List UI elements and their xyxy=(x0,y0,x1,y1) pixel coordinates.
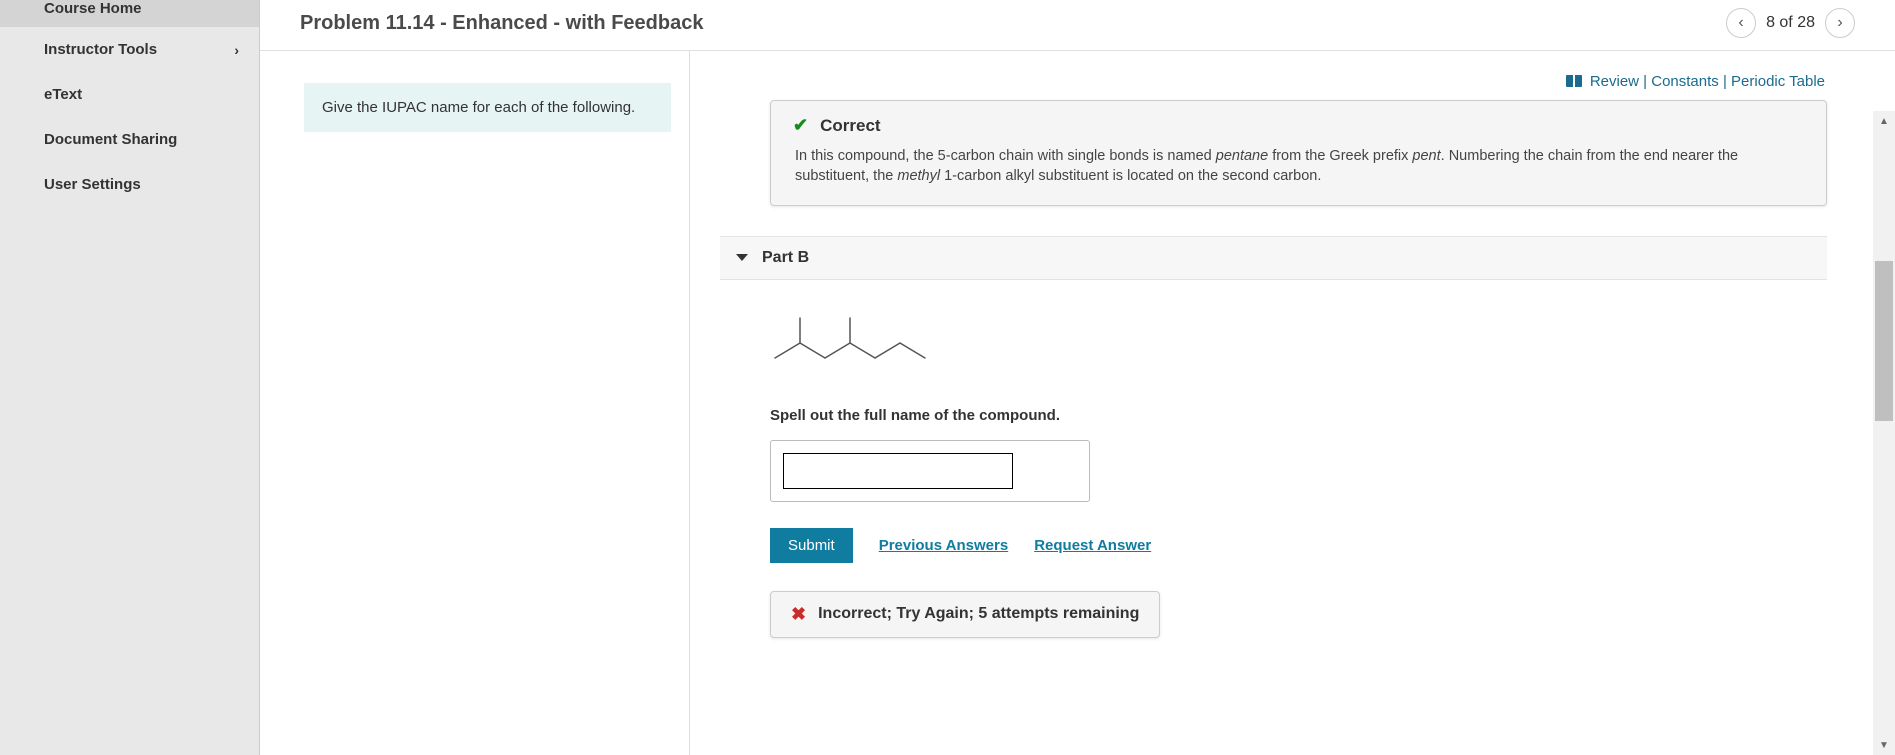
sidebar-label: Course Home xyxy=(44,0,142,17)
sidebar-item-etext[interactable]: eText xyxy=(0,72,259,117)
feedback-header: ✔ Correct xyxy=(793,115,1804,136)
feedback-body: In this compound, the 5-carbon chain wit… xyxy=(793,146,1804,187)
chevron-right-icon: › xyxy=(234,42,239,58)
problem-title: Problem 11.14 - Enhanced - with Feedback xyxy=(300,12,703,35)
previous-answers-link[interactable]: Previous Answers xyxy=(879,537,1009,554)
answer-frame xyxy=(770,440,1090,502)
scroll-down-icon[interactable]: ▼ xyxy=(1873,735,1895,755)
x-icon: ✖ xyxy=(791,604,806,625)
sidebar-item-instructor-tools[interactable]: Instructor Tools › xyxy=(0,27,259,72)
scroll-up-icon[interactable]: ▲ xyxy=(1873,111,1895,131)
part-prompt: Spell out the full name of the compound. xyxy=(770,407,1827,424)
fb-em: pentane xyxy=(1216,148,1268,164)
part-b-header[interactable]: Part B xyxy=(720,236,1827,280)
scroll-track[interactable] xyxy=(1873,131,1895,735)
review-link[interactable]: Review xyxy=(1590,73,1639,90)
sidebar-item-document-sharing[interactable]: Document Sharing xyxy=(0,117,259,162)
sidebar-label: Document Sharing xyxy=(44,131,177,148)
collapse-icon xyxy=(736,254,748,261)
sidebar: Course Home Instructor Tools › eText Doc… xyxy=(0,0,260,755)
sidebar-item-course-home[interactable]: Course Home xyxy=(0,0,259,27)
sidebar-item-user-settings[interactable]: User Settings xyxy=(0,162,259,207)
periodic-table-link[interactable]: Periodic Table xyxy=(1731,73,1825,90)
request-answer-link[interactable]: Request Answer xyxy=(1034,537,1151,554)
fb-em: pent xyxy=(1412,148,1440,164)
sidebar-label: eText xyxy=(44,86,82,103)
constants-link[interactable]: Constants xyxy=(1651,73,1719,90)
fb-text: 1-carbon alkyl substituent is located on… xyxy=(940,168,1321,184)
content-row: Give the IUPAC name for each of the foll… xyxy=(260,51,1895,755)
left-column: Give the IUPAC name for each of the foll… xyxy=(260,51,690,755)
part-b-body: Spell out the full name of the compound.… xyxy=(720,280,1855,656)
fb-text: from the Greek prefix xyxy=(1268,148,1412,164)
molecule-structure xyxy=(770,308,1827,381)
fb-em: methyl xyxy=(897,168,940,184)
resource-links: Review | Constants | Periodic Table xyxy=(720,51,1855,100)
separator: | xyxy=(1723,73,1731,90)
prev-problem-button[interactable]: ‹ xyxy=(1726,8,1756,38)
scrollbar[interactable]: ▲ ▼ xyxy=(1873,111,1895,755)
sidebar-label: User Settings xyxy=(44,176,141,193)
next-problem-button[interactable]: › xyxy=(1825,8,1855,38)
topbar: Problem 11.14 - Enhanced - with Feedback… xyxy=(260,0,1895,51)
problem-nav: ‹ 8 of 28 › xyxy=(1726,8,1855,38)
problem-count: 8 of 28 xyxy=(1766,14,1815,32)
right-column: Review | Constants | Periodic Table ✔ Co… xyxy=(690,51,1895,755)
check-icon: ✔ xyxy=(793,115,808,136)
instruction-box: Give the IUPAC name for each of the foll… xyxy=(304,83,671,132)
attempt-status-box: ✖ Incorrect; Try Again; 5 attempts remai… xyxy=(770,591,1160,638)
part-title: Part B xyxy=(762,249,809,267)
feedback-status: Correct xyxy=(820,116,880,136)
answer-input[interactable] xyxy=(783,453,1013,489)
submit-button[interactable]: Submit xyxy=(770,528,853,563)
action-row: Submit Previous Answers Request Answer xyxy=(770,528,1827,563)
feedback-correct-box: ✔ Correct In this compound, the 5-carbon… xyxy=(770,100,1827,206)
book-icon xyxy=(1566,75,1582,87)
attempt-status-text: Incorrect; Try Again; 5 attempts remaini… xyxy=(818,605,1139,623)
scroll-thumb[interactable] xyxy=(1875,261,1893,421)
sidebar-label: Instructor Tools xyxy=(44,41,157,58)
fb-text: In this compound, the 5-carbon chain wit… xyxy=(795,148,1216,164)
main-area: Problem 11.14 - Enhanced - with Feedback… xyxy=(260,0,1895,755)
